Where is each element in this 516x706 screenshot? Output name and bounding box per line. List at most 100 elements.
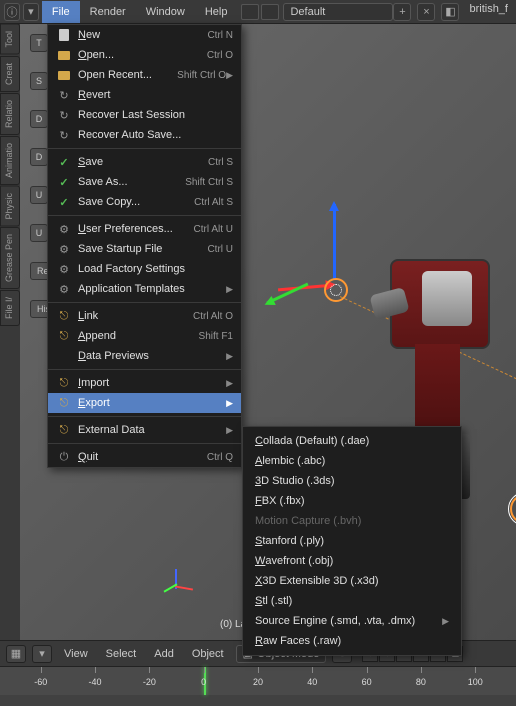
file-menu-item[interactable]: ↻Recover Auto Save... — [48, 125, 241, 145]
scene-name: british_f — [465, 3, 512, 21]
file-menu-item[interactable]: ↻ Recover Last Session — [48, 105, 241, 125]
tab-relations[interactable]: Relatio — [0, 93, 20, 135]
file-menu-item[interactable]: ↻Revert — [48, 85, 241, 105]
editor-type-dropdown-icon[interactable]: ▾ — [23, 3, 39, 21]
layout-next-icon[interactable] — [261, 4, 279, 20]
file-menu-item[interactable]: ⎋AppendShift F1 — [48, 326, 241, 346]
gizmo-z-axis-icon[interactable] — [333, 204, 336, 279]
timeline-tick — [204, 667, 205, 673]
menu-file[interactable]: File — [42, 1, 80, 23]
shortcut: Ctrl S — [208, 157, 233, 168]
file-menu-item[interactable]: ⎋LinkCtrl Alt O — [48, 306, 241, 326]
shortcut: Ctrl N — [207, 30, 233, 41]
file-menu-item[interactable]: Open Recent...Shift Ctrl O▶ — [48, 65, 241, 85]
blank-icon — [56, 349, 72, 363]
gear-icon: ⚙ — [56, 222, 72, 236]
export-format-item[interactable]: Raw Faces (.raw) — [243, 631, 461, 651]
delete-layout-icon[interactable]: × — [417, 3, 435, 21]
header-view[interactable]: View — [58, 648, 94, 660]
tab-animation[interactable]: Animatio — [0, 136, 20, 185]
file-menu-item[interactable]: ⚙ User Preferences...Ctrl Alt U — [48, 219, 241, 239]
file-menu-item[interactable]: Open...Ctrl O — [48, 45, 241, 65]
export-format-item[interactable]: Source Engine (.smd, .vta, .dmx)▶ — [243, 611, 461, 631]
menu-label: Recover Last Session — [78, 109, 233, 121]
lamp-selection-icon[interactable] — [510, 494, 516, 524]
top-menubar: ⓘ ▾ File Render Window Help Default + × … — [0, 0, 516, 24]
layout-prev-icon[interactable] — [241, 4, 259, 20]
shortcut: Ctrl Alt U — [194, 224, 233, 235]
export-format-item[interactable]: Wavefront (.obj) — [243, 551, 461, 571]
menu-label: Save As... — [78, 176, 185, 188]
tab-physics[interactable]: Physic — [0, 186, 20, 227]
menu-render[interactable]: Render — [80, 1, 136, 23]
export-format-item[interactable]: FBX (.fbx) — [243, 491, 461, 511]
scene-browse-icon[interactable]: ◧ — [441, 3, 459, 21]
info-icon[interactable]: ⓘ — [4, 3, 20, 21]
timeline-tick-label: -20 — [143, 677, 156, 687]
gear-icon: ⚙ — [56, 262, 72, 276]
shortcut: Ctrl Q — [207, 452, 233, 463]
shortcut: Ctrl U — [207, 244, 233, 255]
link-icon: ⎋ — [56, 423, 72, 437]
menu-label: Open Recent... — [78, 69, 177, 81]
add-layout-icon[interactable]: + — [393, 3, 411, 21]
file-menu-item[interactable]: ✓Save As...Shift Ctrl S — [48, 172, 241, 192]
export-format-item[interactable]: Collada (Default) (.dae) — [243, 431, 461, 451]
file-menu-item[interactable]: Data Previews▶ — [48, 346, 241, 366]
export-format-item[interactable]: Alembic (.abc) — [243, 451, 461, 471]
export-format-item[interactable]: Stanford (.ply) — [243, 531, 461, 551]
tool-shelf-tabs: Tool Creat Relatio Animatio Physic Greas… — [0, 24, 20, 554]
export-format-item[interactable]: Stl (.stl) — [243, 591, 461, 611]
editor-type-icon[interactable]: ▦ — [6, 645, 26, 663]
timeline-track[interactable]: -60-40-20020406080100 — [0, 667, 516, 695]
header-add[interactable]: Add — [148, 648, 180, 660]
refresh-icon: ↻ — [56, 108, 72, 122]
file-menu-item[interactable]: ✓SaveCtrl S — [48, 152, 241, 172]
submenu-arrow-icon: ▶ — [226, 398, 233, 409]
shortcut: Ctrl Alt S — [194, 197, 233, 208]
export-format-item[interactable]: X3D Extensible 3D (.x3d) — [243, 571, 461, 591]
menu-label: Save Startup File — [78, 243, 207, 255]
header-select[interactable]: Select — [100, 648, 143, 660]
menu-label: Open... — [78, 49, 207, 61]
menu-help[interactable]: Help — [195, 1, 238, 23]
tab-grease-pencil[interactable]: Grease Pen — [0, 227, 20, 289]
menu-label: User Preferences... — [78, 223, 194, 235]
file-menu-item[interactable]: NewCtrl N — [48, 25, 241, 45]
axis-indicator-icon — [160, 569, 200, 609]
screen-layout-dropdown[interactable]: Default — [283, 3, 393, 21]
submenu-arrow-icon: ▶ — [226, 284, 233, 295]
link-icon: ⎋ — [56, 376, 72, 390]
timeline-tick-label: 60 — [362, 677, 372, 687]
file-menu-item[interactable]: ⏻QuitCtrl Q — [48, 447, 241, 467]
file-menu-item[interactable]: ⚙Save Startup FileCtrl U — [48, 239, 241, 259]
file-menu-item[interactable]: ⚙Application Templates▶ — [48, 279, 241, 299]
file-menu-item[interactable]: ⚙ Load Factory Settings — [48, 259, 241, 279]
tab-create[interactable]: Creat — [0, 56, 20, 92]
export-format-item[interactable]: 3D Studio (.3ds) — [243, 471, 461, 491]
check-icon: ✓ — [56, 155, 72, 169]
shortcut: Shift Ctrl O — [177, 70, 226, 81]
tab-tool[interactable]: Tool — [0, 24, 20, 55]
shortcut: Ctrl Alt O — [193, 311, 233, 322]
gizmo-y-axis-icon[interactable] — [266, 283, 308, 305]
timeline-tick-label: 40 — [307, 677, 317, 687]
file-menu-item[interactable]: ⎋External Data▶ — [48, 420, 241, 440]
timeline-tick — [149, 667, 150, 673]
tab-file-io[interactable]: File I/ — [0, 290, 20, 326]
menu-window[interactable]: Window — [136, 1, 195, 23]
file-menu-item[interactable]: ⎋Import▶ — [48, 373, 241, 393]
header-object[interactable]: Object — [186, 648, 230, 660]
timeline-tick — [41, 667, 42, 673]
file-menu-item[interactable]: ✓Save Copy...Ctrl Alt S — [48, 192, 241, 212]
shortcut: Shift Ctrl S — [185, 177, 233, 188]
export-submenu: Collada (Default) (.dae)Alembic (.abc)3D… — [242, 426, 462, 656]
timeline-tick — [95, 667, 96, 673]
submenu-arrow-icon: ▶ — [442, 616, 449, 627]
file-menu-item[interactable]: ⎋Export▶ — [48, 393, 241, 413]
timeline-tick-label: 20 — [253, 677, 263, 687]
timeline-tick-label: 0 — [201, 677, 206, 687]
editor-dropdown-icon[interactable]: ▾ — [32, 645, 52, 663]
menu-label: Load Factory Settings — [78, 263, 233, 275]
submenu-arrow-icon: ▶ — [226, 70, 233, 81]
